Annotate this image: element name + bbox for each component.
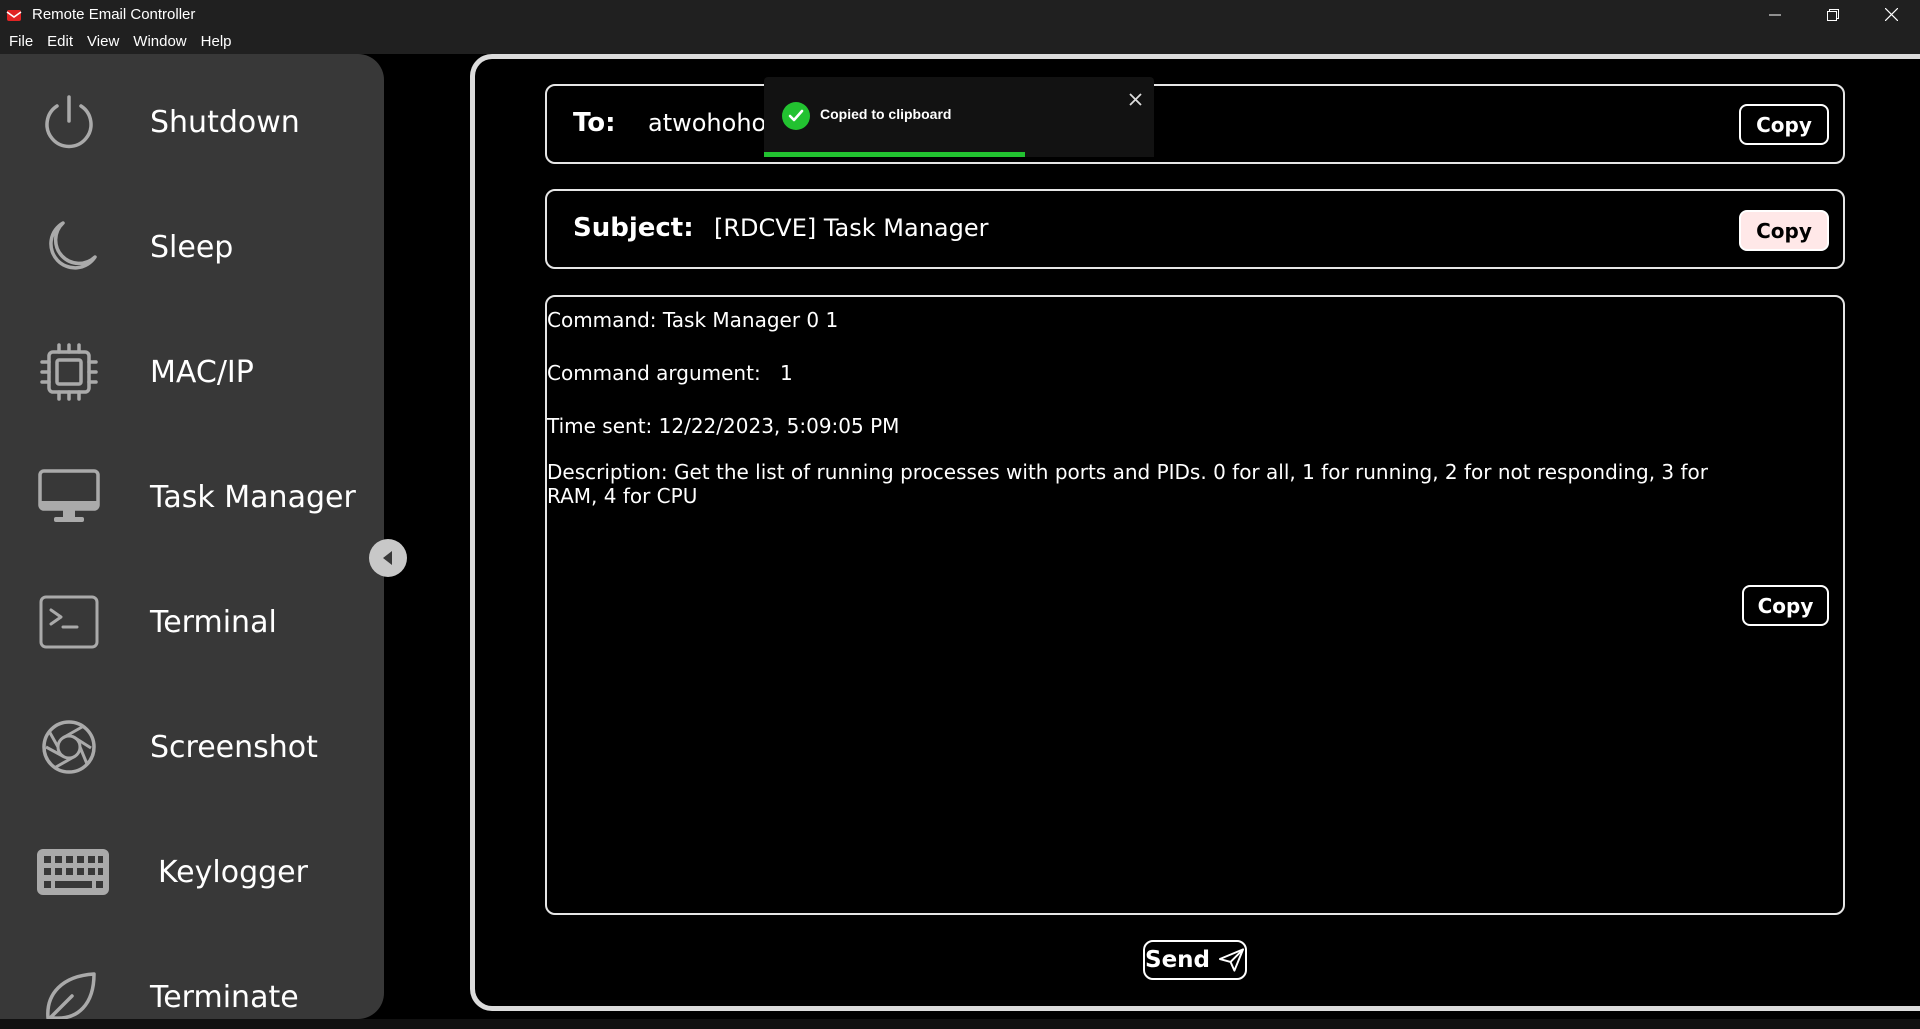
close-window-button[interactable] xyxy=(1862,0,1920,29)
command-line: Command: Task Manager 0 1 xyxy=(547,308,839,332)
power-icon xyxy=(36,89,102,155)
monitor-icon xyxy=(36,464,102,530)
sidebar-item-terminal[interactable]: Terminal xyxy=(0,574,384,670)
minimize-button[interactable] xyxy=(1746,0,1804,29)
terminal-icon xyxy=(36,589,102,655)
time-sent: Time sent: 12/22/2023, 5:09:05 PM xyxy=(547,414,900,438)
app-logo-icon xyxy=(6,7,22,23)
copy-body-button[interactable]: Copy xyxy=(1742,585,1829,626)
argument-value: 1 xyxy=(780,361,793,385)
menu-view[interactable]: View xyxy=(80,33,126,50)
sidebar: Shutdown Sleep MAC/IP Task Manager Termi… xyxy=(0,54,384,1019)
close-toast-icon[interactable] xyxy=(1125,89,1145,109)
sidebar-item-label: Sleep xyxy=(150,229,234,265)
send-label: Send xyxy=(1145,947,1211,973)
sidebar-item-task-manager[interactable]: Task Manager xyxy=(0,449,384,545)
copy-to-button[interactable]: Copy xyxy=(1739,104,1829,145)
sidebar-item-label: Shutdown xyxy=(150,104,300,140)
chip-icon xyxy=(36,339,102,405)
title-bar: Remote Email Controller xyxy=(0,0,1920,29)
to-label: To: xyxy=(573,108,616,138)
menu-bar: File Edit View Window Help xyxy=(0,29,1920,54)
sidebar-item-terminate[interactable]: Terminate xyxy=(0,949,384,1019)
toast-progress-track xyxy=(764,152,1154,157)
leaf-icon xyxy=(36,964,102,1019)
sidebar-item-shutdown[interactable]: Shutdown xyxy=(0,74,384,170)
sidebar-item-label: Keylogger xyxy=(158,854,308,890)
body-field xyxy=(545,295,1845,915)
menu-file[interactable]: File xyxy=(2,33,40,50)
toast-progress-bar xyxy=(764,152,1026,157)
subject-value: [RDCVE] Task Manager xyxy=(714,214,989,242)
sidebar-item-keylogger[interactable]: Keylogger xyxy=(0,824,384,920)
toast-notification: Copied to clipboard xyxy=(764,77,1154,157)
menu-edit[interactable]: Edit xyxy=(40,33,80,50)
sidebar-item-label: Task Manager xyxy=(150,479,356,515)
chevron-left-icon xyxy=(383,551,392,565)
sidebar-item-sleep[interactable]: Sleep xyxy=(0,199,384,295)
check-icon xyxy=(782,102,810,130)
window-controls xyxy=(1746,0,1920,29)
minimize-icon xyxy=(1769,14,1781,15)
bottom-edge xyxy=(0,1019,1920,1029)
sidebar-item-screenshot[interactable]: Screenshot xyxy=(0,699,384,795)
toast-message: Copied to clipboard xyxy=(820,106,952,122)
sidebar-item-label: Screenshot xyxy=(150,729,318,765)
send-button[interactable]: Send xyxy=(1143,940,1247,980)
argument-label: Command argument: xyxy=(547,361,761,385)
aperture-icon xyxy=(36,714,102,780)
collapse-sidebar-button[interactable] xyxy=(369,539,407,577)
copy-subject-button[interactable]: Copy xyxy=(1739,210,1829,251)
sidebar-item-label: MAC/IP xyxy=(150,354,254,390)
moon-icon xyxy=(36,214,102,280)
sidebar-item-mac-ip[interactable]: MAC/IP xyxy=(0,324,384,420)
menu-window[interactable]: Window xyxy=(126,33,193,50)
sidebar-item-label: Terminate xyxy=(150,979,299,1015)
description: Description: Get the list of running pro… xyxy=(547,460,1709,508)
restore-button[interactable] xyxy=(1804,0,1862,29)
window-title: Remote Email Controller xyxy=(32,6,196,23)
send-icon xyxy=(1218,948,1245,972)
sidebar-item-label: Terminal xyxy=(150,604,277,640)
menu-help[interactable]: Help xyxy=(194,33,239,50)
subject-label: Subject: xyxy=(573,213,694,243)
keyboard-icon xyxy=(36,839,110,905)
restore-icon xyxy=(1827,8,1839,21)
to-value: atwohoho xyxy=(648,109,767,137)
close-icon xyxy=(1884,8,1898,21)
